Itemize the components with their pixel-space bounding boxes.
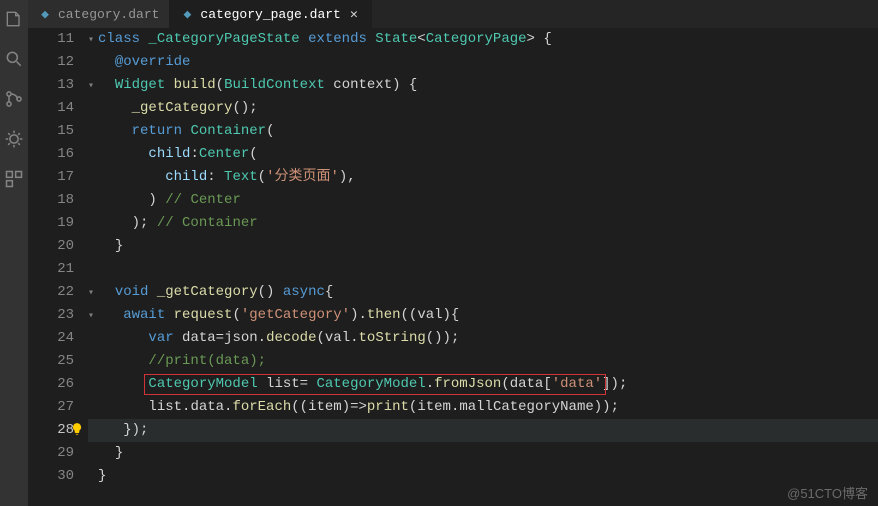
line-number: 16 — [28, 143, 74, 166]
line-number: 20 — [28, 235, 74, 258]
line-number: 11 — [28, 28, 74, 51]
code-line[interactable]: ) // Center — [88, 189, 878, 212]
code-line[interactable]: ▾class _CategoryPageState extends State<… — [88, 28, 878, 51]
tabs-bar: ◆ category.dart ◆ category_page.dart ✕ — [28, 0, 878, 28]
fold-icon[interactable]: ▾ — [88, 282, 98, 305]
code-line[interactable]: ); // Container — [88, 212, 878, 235]
tab-category-dart[interactable]: ◆ category.dart — [28, 0, 170, 28]
fold-icon[interactable]: ▾ — [88, 75, 98, 98]
line-number: 22 — [28, 281, 74, 304]
extensions-icon[interactable] — [3, 168, 25, 190]
line-number: 18 — [28, 189, 74, 212]
line-number: 26 — [28, 373, 74, 396]
code-line[interactable]: //print(data); — [88, 350, 878, 373]
code-line[interactable]: list.data.forEach((item)=>print(item.mal… — [88, 396, 878, 419]
line-number: 23 — [28, 304, 74, 327]
fold-icon[interactable]: ▾ — [88, 29, 98, 52]
tab-category-page-dart[interactable]: ◆ category_page.dart ✕ — [170, 0, 371, 28]
line-number: 24 — [28, 327, 74, 350]
search-icon[interactable] — [3, 48, 25, 70]
code-line[interactable]: var data=json.decode(val.toString()); — [88, 327, 878, 350]
dart-file-icon: ◆ — [38, 7, 52, 21]
code-area[interactable]: ▾class _CategoryPageState extends State<… — [88, 28, 878, 506]
line-number: 30 — [28, 465, 74, 488]
code-line[interactable]: @override — [88, 51, 878, 74]
activity-bar — [0, 0, 28, 506]
code-line[interactable]: CategoryModel list= CategoryModel.fromJs… — [88, 373, 878, 396]
code-line[interactable]: return Container( — [88, 120, 878, 143]
code-line[interactable]: ▾ Widget build(BuildContext context) { — [88, 74, 878, 97]
code-line[interactable]: ▾ void _getCategory() async{ — [88, 281, 878, 304]
code-line[interactable]: _getCategory(); — [88, 97, 878, 120]
code-line[interactable] — [88, 258, 878, 281]
line-number: 19 — [28, 212, 74, 235]
tab-label: category_page.dart — [200, 7, 340, 22]
line-number: 29 — [28, 442, 74, 465]
close-icon[interactable]: ✕ — [347, 7, 361, 21]
line-number: 15 — [28, 120, 74, 143]
code-line[interactable]: }); — [88, 419, 878, 442]
main-area: ◆ category.dart ◆ category_page.dart ✕ 1… — [28, 0, 878, 506]
lightbulb-icon[interactable] — [70, 422, 84, 436]
code-line[interactable]: } — [88, 442, 878, 465]
code-line[interactable]: child:Center( — [88, 143, 878, 166]
code-editor[interactable]: 1112131415161718192021222324252627282930… — [28, 28, 878, 506]
line-number: 13 — [28, 74, 74, 97]
debug-icon[interactable] — [3, 128, 25, 150]
code-line[interactable]: child: Text('分类页面'), — [88, 166, 878, 189]
files-icon[interactable] — [3, 8, 25, 30]
code-line[interactable]: } — [88, 465, 878, 488]
tab-label: category.dart — [58, 7, 159, 22]
line-number: 12 — [28, 51, 74, 74]
code-line[interactable]: } — [88, 235, 878, 258]
fold-icon[interactable]: ▾ — [88, 305, 98, 328]
code-line[interactable]: ▾ await request('getCategory').then((val… — [88, 304, 878, 327]
dart-file-icon: ◆ — [180, 7, 194, 21]
line-number: 17 — [28, 166, 74, 189]
line-number: 21 — [28, 258, 74, 281]
line-number: 27 — [28, 396, 74, 419]
line-number: 28 — [28, 419, 74, 442]
line-number: 14 — [28, 97, 74, 120]
watermark: @51CTO博客 — [787, 483, 868, 502]
source-control-icon[interactable] — [3, 88, 25, 110]
line-number: 25 — [28, 350, 74, 373]
